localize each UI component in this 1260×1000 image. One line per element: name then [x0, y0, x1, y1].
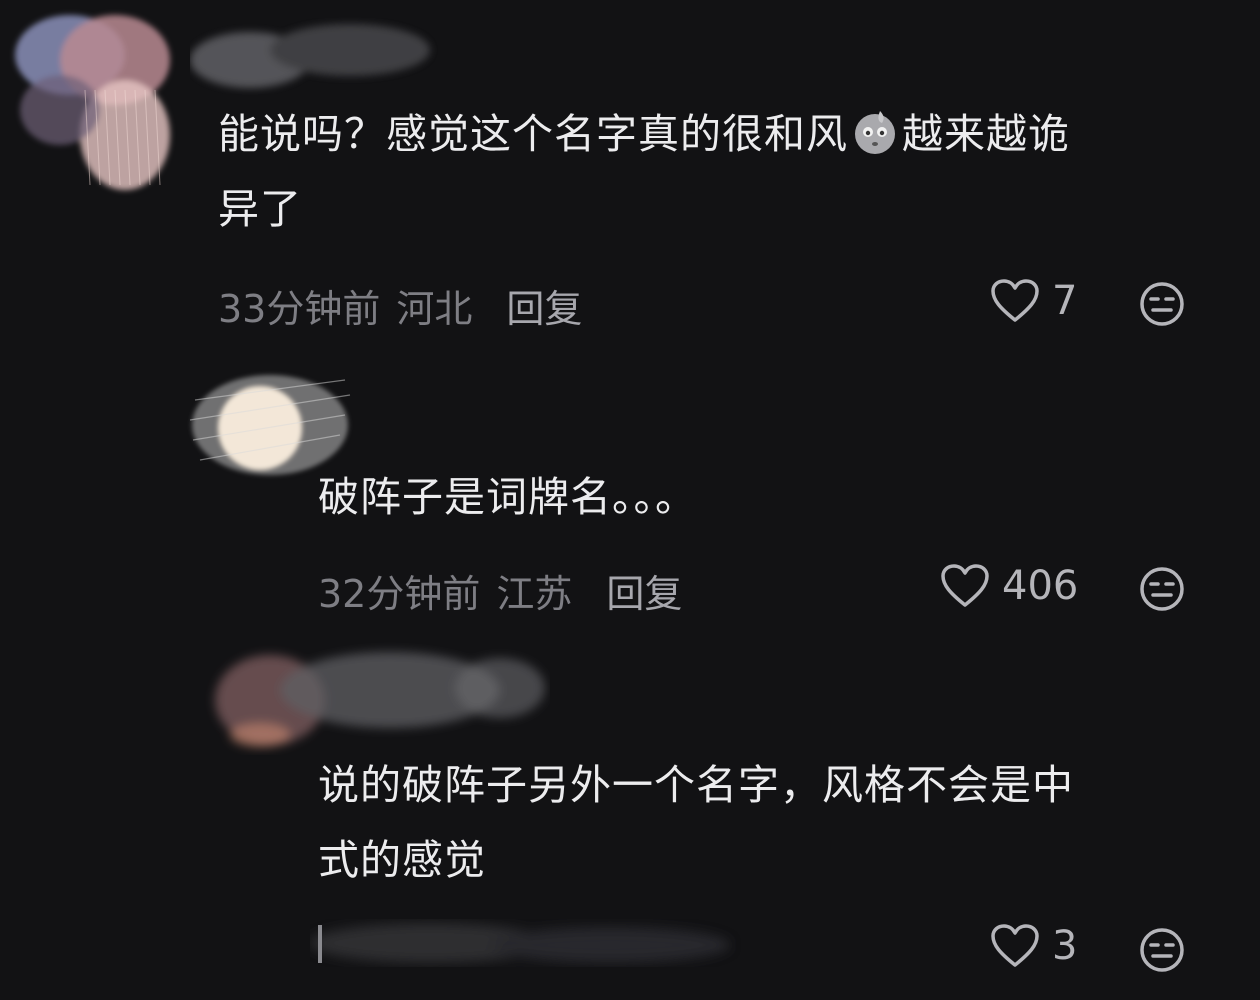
comment-text-part: 越来越诡 [902, 110, 1070, 158]
comment-text-part: 能说吗？感觉这个名字真的很和风 [218, 110, 848, 158]
comment-time: 32分钟前 [318, 572, 481, 616]
like-count: 7 [1052, 278, 1078, 324]
avatar[interactable] [0, 0, 200, 200]
comment-item: 能说吗？感觉这个名字真的很和风 越来越诡 异了 33分钟前 河北 回复 7 [0, 0, 1260, 340]
reply-button[interactable]: 回复 [506, 278, 582, 333]
comment-meta: 32分钟前 江苏 回复 [318, 563, 682, 618]
dislike-face-icon[interactable] [1138, 280, 1186, 328]
username[interactable] [190, 10, 450, 100]
like-count: 3 [1052, 923, 1078, 969]
reply-button[interactable]: 回复 [606, 563, 682, 618]
comment-meta: 33分钟前 河北 回复 [218, 278, 582, 333]
comment-text-part: 异了 [218, 185, 302, 233]
comment-time: 33分钟前 [218, 287, 381, 331]
comment-text: 能说吗？感觉这个名字真的很和风 越来越诡 异了 [218, 97, 1218, 247]
comment-text: 说的破阵子另外一个名字，风格不会是中 式的感觉 [318, 748, 1218, 898]
sweat-face-emoji-icon [850, 106, 900, 156]
avatar[interactable] [200, 630, 550, 755]
comment-location: 江苏 [496, 572, 573, 616]
like-count: 406 [1002, 563, 1079, 609]
comment-text-part: 说的破阵子另外一个名字，风格不会是中 [318, 761, 1074, 809]
heart-icon [991, 924, 1039, 967]
like-button[interactable]: 7 [990, 278, 1077, 324]
comment-text-part: 式的感觉 [318, 836, 486, 884]
comment-thread: { "comments": [ { "text_line1": "能说吗？感觉这… [0, 0, 1260, 1000]
comment-location: 河北 [396, 287, 473, 331]
dislike-face-icon[interactable] [1138, 926, 1186, 974]
obscured-meta [310, 923, 730, 963]
like-button[interactable]: 3 [990, 923, 1077, 969]
comment-text-part: 破阵子是词牌名。。。 [318, 473, 697, 521]
heart-icon [991, 279, 1039, 322]
heart-icon [941, 564, 989, 607]
like-button[interactable]: 406 [940, 563, 1078, 609]
dislike-face-icon[interactable] [1138, 565, 1186, 613]
comment-text: 破阵子是词牌名。。。 [318, 460, 697, 535]
